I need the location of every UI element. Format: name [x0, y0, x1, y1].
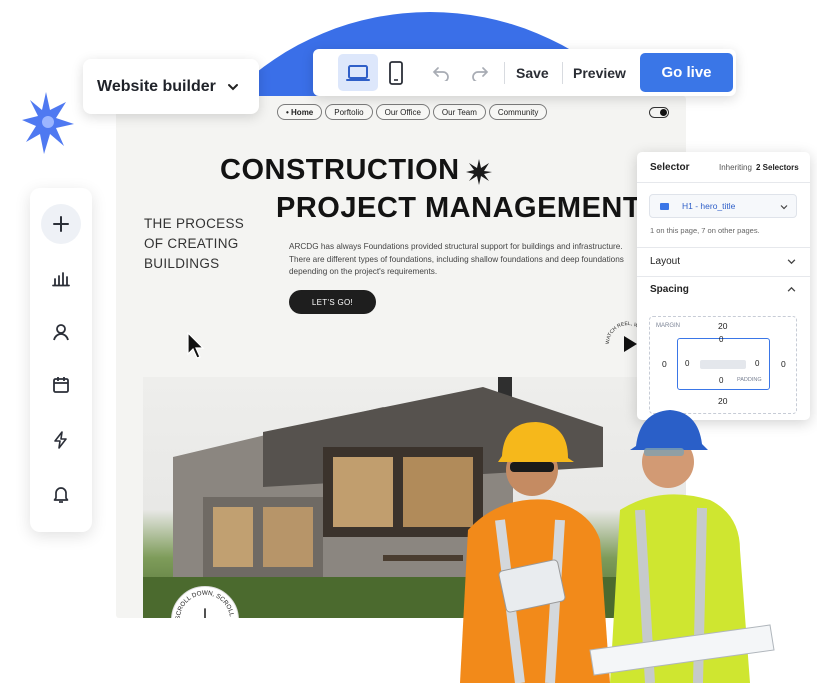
mouse-cursor-icon	[187, 332, 205, 359]
nav-our-team[interactable]: Our Team	[432, 104, 486, 120]
automations-button[interactable]	[41, 420, 81, 460]
analytics-button[interactable]	[41, 258, 81, 298]
undo-icon	[432, 66, 449, 81]
layout-section-label[interactable]: Layout	[650, 256, 680, 267]
stage: • Home Porftolio Our Office Our Team Com…	[0, 0, 817, 683]
selector-title: Selector	[650, 162, 690, 173]
padding-top-value[interactable]: 0	[719, 335, 723, 344]
toolbar-divider	[562, 62, 563, 84]
inheriting-count: 2 Selectors	[756, 163, 799, 172]
chevron-down-icon	[227, 83, 238, 90]
site-nav: • Home Porftolio Our Office Our Team Com…	[277, 104, 548, 120]
notifications-button[interactable]	[41, 474, 81, 514]
nav-portfolio[interactable]: Porftolio	[325, 104, 373, 120]
margin-top-value[interactable]: 20	[718, 321, 727, 331]
cta-button[interactable]: LET'S GO!	[289, 290, 376, 314]
mobile-view-button[interactable]	[379, 54, 413, 91]
nav-community[interactable]: Community	[488, 104, 548, 120]
calendar-button[interactable]	[41, 365, 81, 405]
divider	[637, 276, 810, 277]
go-live-button[interactable]: Go live	[640, 53, 733, 92]
hero-description: ARCDG has always Foundations provided st…	[289, 242, 624, 276]
calendar-icon	[53, 377, 69, 393]
redo-icon	[472, 66, 489, 81]
padding-left-value[interactable]: 0	[685, 359, 689, 368]
nav-our-office[interactable]: Our Office	[375, 104, 430, 120]
plus-icon	[53, 216, 69, 232]
selector-note: 1 on this page, 7 on other pages.	[650, 226, 760, 235]
chevron-down-icon	[780, 205, 788, 210]
sparkle-decoration-icon	[22, 92, 74, 154]
redo-button[interactable]	[465, 54, 495, 91]
theme-toggle[interactable]	[649, 107, 669, 118]
preview-button[interactable]: Preview	[573, 49, 626, 96]
style-inspector-panel: Selector Inheriting 2 Selectors H1 - her…	[637, 152, 810, 420]
hero-title-line2[interactable]: PROJECT MANAGEMENT	[276, 192, 641, 225]
nav-home[interactable]: • Home	[277, 104, 323, 120]
starburst-icon	[466, 159, 492, 185]
inheriting-label: Inheriting	[719, 163, 752, 172]
content-box	[700, 360, 746, 369]
lightning-icon	[54, 431, 67, 449]
spacing-section-label[interactable]: Spacing	[650, 284, 689, 295]
selector-header: Selector Inheriting 2 Selectors	[637, 152, 810, 183]
sidebar	[30, 188, 92, 532]
desktop-icon	[346, 64, 370, 81]
padding-box[interactable]: 0 0 0 0 PADDING	[677, 335, 770, 390]
padding-label: PADDING	[737, 377, 762, 383]
website-builder-label: Website builder	[97, 77, 216, 95]
chevron-up-icon[interactable]	[787, 285, 796, 294]
save-button[interactable]: Save	[516, 49, 549, 96]
selector-value: H1 - hero_title	[682, 201, 736, 211]
divider	[637, 247, 810, 248]
website-builder-dropdown[interactable]: Website builder	[83, 59, 259, 114]
mobile-icon	[389, 60, 403, 85]
editor-toolbar: Save Preview Go live	[313, 49, 736, 96]
selector-dropdown[interactable]: H1 - hero_title	[649, 194, 797, 218]
element-icon	[660, 203, 669, 210]
margin-left-value[interactable]: 0	[662, 359, 667, 369]
hero-title-line1[interactable]: CONSTRUCTION	[220, 154, 460, 187]
chevron-down-icon[interactable]	[787, 257, 796, 266]
user-icon	[53, 324, 69, 341]
padding-bottom-value[interactable]: 0	[719, 376, 723, 385]
add-button[interactable]	[41, 204, 81, 244]
users-button[interactable]	[41, 312, 81, 352]
undo-button[interactable]	[426, 54, 456, 91]
bar-chart-icon	[52, 272, 70, 287]
margin-right-value[interactable]: 0	[781, 359, 786, 369]
desktop-view-button[interactable]	[338, 54, 378, 91]
toolbar-divider	[504, 62, 505, 84]
hero-tagline: THE PROCESS OF CREATING BUILDINGS	[144, 216, 245, 271]
construction-workers-image	[460, 410, 775, 683]
bell-icon	[53, 487, 69, 503]
padding-right-value[interactable]: 0	[755, 359, 759, 368]
margin-label: MARGIN	[656, 323, 680, 329]
